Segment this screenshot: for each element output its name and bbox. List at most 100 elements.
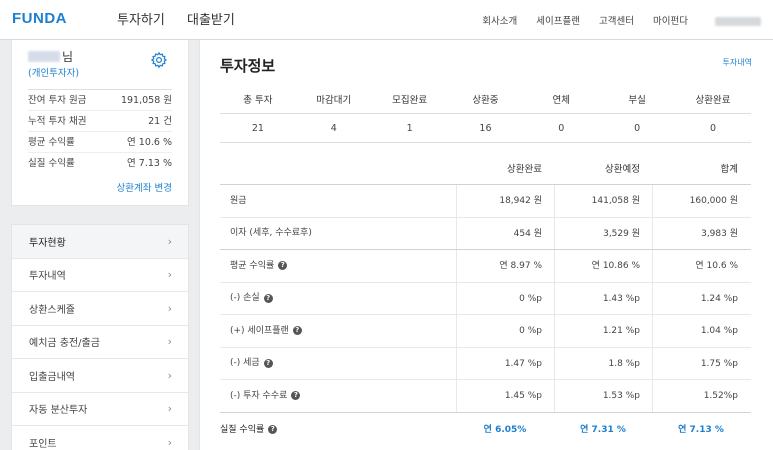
- summary-header: 모집완료: [392, 95, 428, 106]
- row-label: (-) 투자 수수료?: [220, 380, 456, 412]
- chevron-right-icon: ›: [167, 368, 172, 382]
- row-value: 1.04 %p: [652, 315, 750, 347]
- help-icon[interactable]: ?: [263, 358, 273, 368]
- sub-nav: 회사소개 세이프플랜 고객센터 마이펀다: [466, 13, 761, 27]
- menu-label: 포인트: [29, 438, 57, 450]
- stat-row: 평균 수익률 연 10.6 %: [28, 132, 172, 153]
- summary-value: 4: [330, 123, 337, 134]
- help-icon[interactable]: ?: [291, 391, 301, 401]
- row-label: (-) 손실?: [220, 283, 456, 315]
- table-row-real-yield: 실질 수익률? 연 6.05% 연 7.31 % 연 7.13 %: [220, 413, 751, 447]
- summary-value: 16: [479, 123, 492, 134]
- menu-label: 투자내역: [29, 271, 66, 283]
- real-yield-value: 연 7.13 %: [678, 424, 724, 435]
- user-name-redacted[interactable]: [715, 17, 761, 26]
- menu-item-investment-history[interactable]: 투자내역 ›: [12, 259, 188, 292]
- row-label: 원금: [220, 185, 456, 217]
- menu-item-deposit-withdraw[interactable]: 예치금 충전/출금 ›: [12, 326, 188, 359]
- menu-item-investment-status[interactable]: 투자현황 ›: [12, 225, 188, 259]
- gear-icon[interactable]: [150, 51, 168, 69]
- menu-item-transaction-history[interactable]: 입출금내역 ›: [12, 359, 188, 393]
- row-value: 1.24 %p: [652, 282, 750, 314]
- stat-label: 잔여 투자 원금: [28, 95, 87, 106]
- summary-header: 상환완료: [695, 95, 731, 106]
- row-value: 연 10.6 %: [652, 250, 750, 282]
- detail-header: 합계: [720, 164, 738, 175]
- stat-label: 실질 수익률: [28, 158, 75, 169]
- chevron-right-icon: ›: [167, 435, 172, 449]
- row-label-text: 실질 수익률: [220, 424, 265, 435]
- table-row-fee: (-) 투자 수수료? 1.45 %p 1.53 %p 1.52%p: [220, 380, 751, 413]
- row-label-text: (-) 투자 수수료: [230, 390, 288, 401]
- summary-value: 0: [634, 123, 641, 134]
- row-label-text: (-) 손실: [230, 293, 260, 303]
- chevron-right-icon: ›: [167, 335, 172, 349]
- nav-invest[interactable]: 투자하기: [117, 13, 165, 28]
- menu-label: 투자현황: [29, 237, 66, 249]
- row-label: 실질 수익률?: [220, 413, 456, 447]
- stat-row: 누적 투자 채권 21 건: [28, 111, 172, 132]
- summary-header: 부실: [628, 95, 646, 106]
- summary-header: 상환중: [472, 95, 499, 106]
- table-row-interest: 이자 (세후, 수수료후) 454 원 3,529 원 3,983 원: [220, 217, 751, 250]
- row-label: (+) 세이프플랜?: [220, 315, 456, 347]
- left-panel: 님 (개인투자자) 잔여 투자 원금 191,058 원 누적 투자 채권 21 건…: [11, 40, 189, 450]
- stat-row: 실질 수익률 연 7.13 %: [28, 153, 172, 174]
- nav-safeplan[interactable]: 세이프플랜: [536, 16, 580, 27]
- funda-logo[interactable]: FUNDA: [12, 10, 67, 27]
- row-value: 1.75 %p: [652, 347, 750, 379]
- user-name-suffix: 님: [62, 50, 74, 64]
- real-yield-value: 연 7.31 %: [580, 424, 626, 435]
- real-yield-value: 연 6.05%: [483, 424, 527, 435]
- row-value: 454 원: [456, 217, 554, 249]
- user-name-redacted-block: [28, 51, 60, 62]
- chevron-right-icon: ›: [167, 402, 172, 416]
- summary-header: 총 투자: [243, 95, 273, 106]
- help-icon[interactable]: ?: [292, 326, 302, 336]
- profile-card: 님 (개인투자자) 잔여 투자 원금 191,058 원 누적 투자 채권 21 건…: [11, 40, 189, 206]
- row-value: 1.21 %p: [554, 315, 652, 347]
- nav-support[interactable]: 고객센터: [599, 16, 634, 27]
- row-label-text: 평균 수익률: [230, 260, 275, 271]
- row-value: 1.47 %p: [456, 347, 554, 379]
- chevron-right-icon: ›: [167, 234, 172, 248]
- menu-item-auto-invest[interactable]: 자동 분산투자 ›: [12, 393, 188, 426]
- row-label-text: (-) 세금: [230, 358, 260, 368]
- change-account-link[interactable]: 상환계좌 변경: [117, 180, 172, 194]
- help-icon[interactable]: ?: [268, 425, 278, 434]
- menu-label: 입출금내역: [29, 371, 75, 383]
- summary-table: 총 투자 마감대기 모집완료 상환중 연체 부실 상환완료 21 4 1 16 …: [220, 87, 751, 143]
- nav-about[interactable]: 회사소개: [482, 16, 517, 27]
- help-icon[interactable]: ?: [278, 261, 288, 271]
- nav-loan[interactable]: 대출받기: [187, 13, 235, 28]
- main-nav: 투자하기 대출받기: [117, 9, 253, 28]
- row-value: 1.52%p: [652, 380, 750, 412]
- row-value: 160,000 원: [652, 185, 750, 217]
- summary-header: 마감대기: [316, 95, 352, 106]
- row-value: 18,942 원: [456, 185, 554, 217]
- summary-header: 연체: [552, 95, 571, 106]
- stat-label: 누적 투자 채권: [28, 116, 87, 127]
- summary-value: 0: [709, 123, 716, 134]
- detail-header: 상환완료: [507, 164, 542, 175]
- menu-item-points[interactable]: 포인트 ›: [12, 426, 188, 450]
- nav-myfunda[interactable]: 마이펀다: [653, 16, 688, 27]
- menu-item-repayment-schedule[interactable]: 상환스케쥴 ›: [12, 292, 188, 326]
- table-row-avg-yield: 평균 수익률? 연 8.97 % 연 10.86 % 연 10.6 %: [220, 250, 751, 283]
- help-icon[interactable]: ?: [263, 293, 273, 303]
- investment-history-link[interactable]: 투자내역: [723, 57, 752, 68]
- menu-label: 자동 분산투자: [29, 405, 88, 417]
- detail-table: 상환완료 상환예정 합계 원금 18,942 원 141,058 원 160,0…: [220, 155, 751, 447]
- row-value: 1.43 %p: [554, 282, 652, 314]
- table-row-tax: (-) 세금? 1.47 %p 1.8 %p 1.75 %p: [220, 347, 751, 380]
- row-value: 연 8.97 %: [456, 250, 554, 282]
- table-row-principal: 원금 18,942 원 141,058 원 160,000 원: [220, 185, 751, 218]
- page-title: 투자정보: [220, 57, 276, 75]
- detail-header: 상환예정: [605, 164, 640, 175]
- stat-value: 21 건: [148, 116, 172, 127]
- menu-label: 예치금 충전/출금: [29, 338, 100, 350]
- row-value: 0 %p: [456, 282, 554, 314]
- row-value: 1.53 %p: [554, 380, 652, 412]
- chevron-right-icon: ›: [167, 268, 172, 282]
- row-value: 3,529 원: [554, 217, 652, 249]
